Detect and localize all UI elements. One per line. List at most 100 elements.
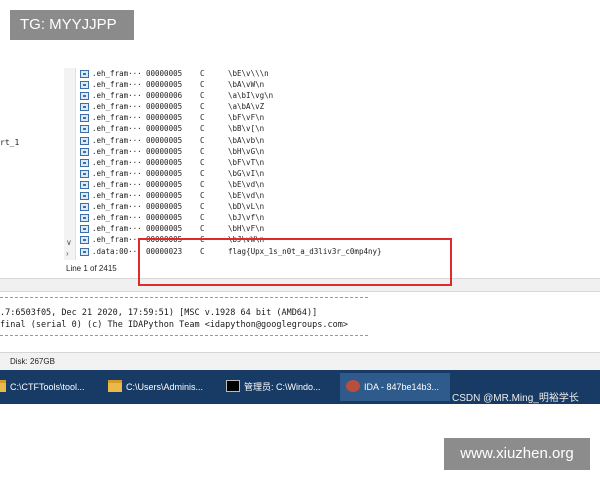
string-section: .data:00··· (92, 246, 142, 256)
disk-space: Disk: 267GB (10, 357, 55, 366)
string-length: 00000005 (146, 146, 183, 156)
taskbar-item-users[interactable]: C:\Users\Adminis... (108, 373, 218, 401)
string-length: 00000005 (146, 113, 183, 123)
string-row[interactable]: .eh_fram··· 00000005 C \bJ\vf\n (78, 212, 598, 223)
taskbar-item-label: C:\Users\Adminis... (126, 382, 204, 392)
string-row[interactable]: .eh_fram··· 00000005 C \bA\vW\n (78, 79, 598, 90)
string-section: .eh_fram··· (92, 124, 142, 134)
output-divider (0, 297, 368, 298)
string-type: C (200, 168, 205, 178)
string-value: \bE\v\\\n (228, 69, 269, 78)
string-length: 00000005 (146, 157, 183, 167)
scroll-up-arrow-icon[interactable]: ∨ (66, 238, 72, 248)
string-type: C (200, 224, 205, 234)
string-value: \bF\vF\n (228, 113, 265, 123)
string-icon (80, 158, 89, 167)
string-type: C (200, 69, 205, 78)
string-section: .eh_fram··· (92, 135, 142, 145)
string-type: C (200, 135, 205, 145)
string-icon (80, 70, 89, 78)
string-row[interactable]: .eh_fram··· 00000005 C \bH\vF\n (78, 223, 598, 234)
string-row[interactable]: .eh_fram··· 00000005 C \bB\v[\n (78, 123, 598, 134)
strings-rows: .eh_fram··· 00000005 C \bE\v\\\n .eh_fra… (78, 68, 598, 257)
site-watermark: www.xiuzhen.org (444, 438, 590, 470)
string-row[interactable]: .eh_fram··· 00000005 C \a\bA\vZ (78, 101, 598, 112)
string-section: .eh_fram··· (92, 202, 142, 212)
string-icon (80, 247, 89, 256)
string-type: C (200, 213, 205, 223)
taskbar-item-label: C:\CTFTools\tool... (10, 382, 85, 392)
string-type: C (200, 124, 205, 134)
string-length: 00000005 (146, 102, 183, 112)
string-row[interactable]: .eh_fram··· 00000005 C \bE\vd\n (78, 190, 598, 201)
taskbar-item-ctftools[interactable]: C:\CTFTools\tool... (0, 373, 104, 401)
string-icon (80, 125, 89, 134)
string-type: C (200, 91, 205, 101)
string-row[interactable]: .eh_fram··· 00000005 C \bE\vd\n (78, 179, 598, 190)
string-row[interactable]: .eh_fram··· 00000005 C \bF\vF\n (78, 112, 598, 123)
string-section: .eh_fram··· (92, 235, 142, 245)
string-section: .eh_fram··· (92, 146, 142, 156)
string-value: \bA\vW\n (228, 80, 265, 90)
string-value: \bA\vb\n (228, 135, 265, 145)
string-row[interactable]: .eh_fram··· 00000005 C \bE\v\\\n (78, 68, 598, 79)
output-line: .7:6503f05, Dec 21 2020, 17:59:51) [MSC … (0, 308, 318, 318)
string-value: \bF\vT\n (228, 157, 265, 167)
string-length: 00000005 (146, 224, 183, 234)
string-icon (80, 236, 89, 245)
string-value: \bD\vL\n (228, 202, 265, 212)
string-type: C (200, 179, 205, 189)
string-icon (80, 203, 89, 212)
string-length: 00000006 (146, 91, 183, 101)
string-row[interactable]: .eh_fram··· 00000005 C \bG\vI\n (78, 168, 598, 179)
string-section: .eh_fram··· (92, 191, 142, 201)
string-icon (80, 214, 89, 223)
string-length: 00000005 (146, 135, 183, 145)
strings-window: ∨ › .eh_fram··· 00000005 C \bE\v\\\n .eh… (64, 68, 600, 260)
string-value: \bE\vd\n (228, 191, 265, 201)
string-section: .eh_fram··· (92, 179, 142, 189)
string-row[interactable]: .eh_fram··· 00000006 C \a\bI\vg\n (78, 90, 598, 101)
string-value: \bJ\vf\n (228, 213, 265, 223)
left-panel-fragment: rt_1 (0, 138, 20, 147)
string-icon (80, 136, 89, 145)
taskbar-item-ida[interactable]: IDA - 847be14b3... (340, 373, 450, 401)
csdn-watermark: CSDN @MR.Ming_明裕学长 (452, 393, 579, 404)
string-value: \bB\v[\n (228, 124, 265, 134)
scroll-right-arrow-icon[interactable]: › (66, 249, 69, 259)
string-section: .eh_fram··· (92, 168, 142, 178)
string-row[interactable]: .eh_fram··· 00000005 C \bH\vG\n (78, 146, 598, 157)
string-icon (80, 147, 89, 156)
string-length: 00000005 (146, 124, 183, 134)
string-type: C (200, 113, 205, 123)
string-section: .eh_fram··· (92, 91, 142, 101)
taskbar-item-cmd[interactable]: 管理员: C:\Windo... (226, 373, 328, 401)
string-section: .eh_fram··· (92, 102, 142, 112)
string-icon (80, 169, 89, 178)
tg-watermark: TG: MYYJJPP (10, 10, 134, 40)
taskbar-item-label: 管理员: C:\Windo... (244, 382, 321, 392)
string-type: C (200, 157, 205, 167)
string-section: .eh_fram··· (92, 80, 142, 90)
string-icon (80, 103, 89, 112)
string-length: 00000005 (146, 69, 183, 78)
string-section: .eh_fram··· (92, 157, 142, 167)
string-icon (80, 114, 89, 123)
string-length: 00000005 (146, 80, 183, 90)
string-value: \bG\vI\n (228, 168, 265, 178)
string-type: C (200, 202, 205, 212)
string-icon (80, 225, 89, 234)
string-row[interactable]: .eh_fram··· 00000005 C \bD\vL\n (78, 201, 598, 212)
folder-icon (108, 380, 122, 392)
string-row[interactable]: .eh_fram··· 00000005 C \bF\vT\n (78, 157, 598, 168)
strings-vertical-scrollbar[interactable]: ∨ › (64, 68, 76, 260)
flag-highlight-box (138, 238, 452, 286)
string-type: C (200, 80, 205, 90)
taskbar-item-label: IDA - 847be14b3... (364, 382, 440, 392)
string-row[interactable]: .eh_fram··· 00000005 C \bA\vb\n (78, 135, 598, 146)
string-value: \bH\vF\n (228, 224, 265, 234)
string-length: 00000005 (146, 191, 183, 201)
string-value: \bH\vG\n (228, 146, 265, 156)
string-length: 00000005 (146, 202, 183, 212)
folder-icon (0, 380, 6, 392)
